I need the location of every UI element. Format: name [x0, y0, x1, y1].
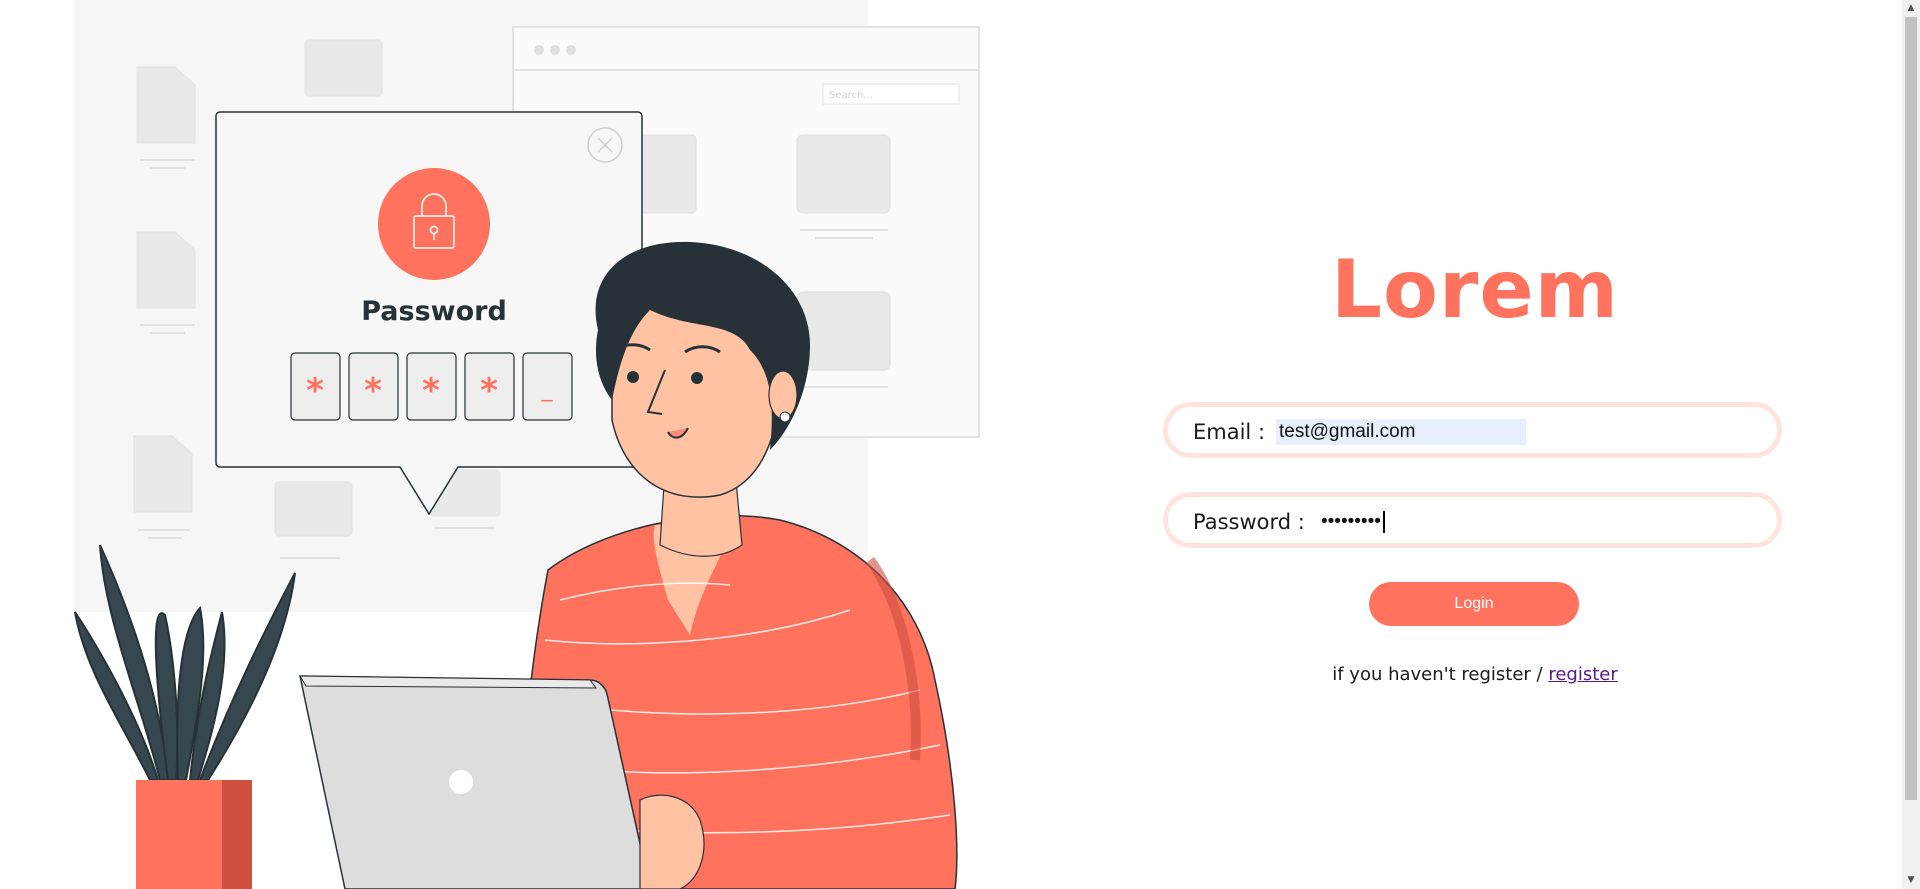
- scrollbar-thumb[interactable]: [1905, 17, 1917, 800]
- email-field[interactable]: Email :: [1163, 402, 1782, 458]
- email-input[interactable]: [1276, 419, 1526, 445]
- register-prompt-text: if you haven't register /: [1332, 664, 1549, 685]
- password-popup: Password * * * * _: [215, 111, 643, 516]
- text-caret: [1383, 511, 1385, 533]
- pin-char-4: *: [480, 371, 498, 411]
- pin-char-1: *: [306, 371, 324, 411]
- brand-title: Lorem: [1330, 243, 1619, 336]
- pin-char-5: _: [541, 377, 554, 402]
- password-input[interactable]: [1318, 509, 1398, 535]
- laptop-logo: [449, 770, 473, 794]
- email-label: Email :: [1193, 420, 1266, 444]
- password-label: Password :: [1193, 510, 1305, 534]
- popup-title: Password: [361, 296, 507, 327]
- browser-search-placeholder: Search...: [829, 90, 873, 101]
- pin-char-3: *: [422, 371, 440, 411]
- register-link[interactable]: register: [1548, 664, 1617, 685]
- scroll-down-arrow-icon[interactable]: ▼: [1902, 872, 1920, 889]
- password-field[interactable]: Password :: [1163, 492, 1782, 548]
- scroll-up-arrow-icon[interactable]: ▲: [1902, 0, 1920, 17]
- page-scrollbar[interactable]: ▲ ▼: [1902, 0, 1920, 889]
- lock-badge: [378, 168, 490, 280]
- login-button[interactable]: Login: [1369, 582, 1579, 626]
- register-prompt: if you haven't register / register: [1160, 664, 1790, 685]
- login-illustration: Search... Password * * * * _: [74, 0, 980, 889]
- pin-char-2: *: [364, 371, 382, 411]
